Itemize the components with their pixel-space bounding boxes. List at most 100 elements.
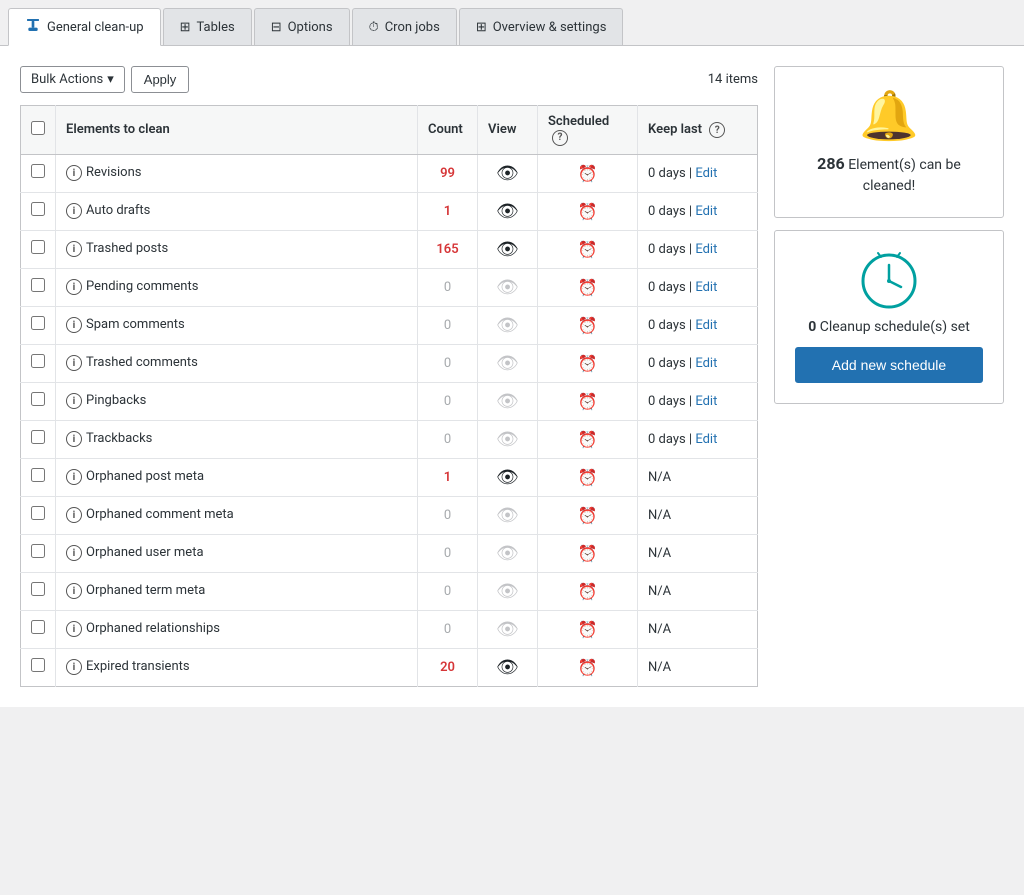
edit-keep-link[interactable]: Edit [695, 166, 717, 181]
eye-inactive-icon[interactable]: 👁 [496, 391, 519, 412]
row-checkbox-7[interactable] [31, 392, 45, 406]
tab-tables[interactable]: ⊞ Tables [163, 8, 252, 45]
row-scheduled: ⏰ [538, 610, 638, 648]
edit-keep-link[interactable]: Edit [695, 394, 717, 409]
schedule-text: 0 Cleanup schedule(s) set [795, 319, 983, 335]
eye-active-icon[interactable]: 👁 [496, 657, 519, 678]
row-checkbox-12[interactable] [31, 582, 45, 596]
info-icon[interactable]: i [66, 659, 82, 675]
row-keep-last: 0 days | Edit [638, 192, 758, 230]
info-icon[interactable]: i [66, 469, 82, 485]
overview-icon: ⊞ [476, 20, 487, 35]
scheduled-help-icon[interactable]: ? [552, 130, 568, 146]
row-view[interactable]: 👁 [478, 420, 538, 458]
eye-inactive-icon[interactable]: 👁 [496, 505, 519, 526]
eye-inactive-icon[interactable]: 👁 [496, 353, 519, 374]
edit-keep-link[interactable]: Edit [695, 242, 717, 257]
eye-active-icon[interactable]: 👁 [496, 163, 519, 184]
row-view[interactable]: 👁 [478, 344, 538, 382]
row-checkbox-cell [21, 268, 56, 306]
row-view[interactable]: 👁 [478, 382, 538, 420]
eye-inactive-icon[interactable]: 👁 [496, 543, 519, 564]
row-checkbox-6[interactable] [31, 354, 45, 368]
tab-tables-label: Tables [197, 20, 235, 35]
row-checkbox-1[interactable] [31, 164, 45, 178]
row-view[interactable]: 👁 [478, 230, 538, 268]
bulk-actions-dropdown[interactable]: Bulk Actions ▾ [20, 66, 125, 93]
row-view[interactable]: 👁 [478, 268, 538, 306]
elements-card: 🔔 286 Element(s) can be cleaned! [774, 66, 1004, 218]
info-icon[interactable]: i [66, 393, 82, 409]
row-keep-last: N/A [638, 534, 758, 572]
row-view[interactable]: 👁 [478, 534, 538, 572]
edit-keep-link[interactable]: Edit [695, 432, 717, 447]
row-count: 165 [418, 230, 478, 268]
th-view: View [478, 106, 538, 155]
row-checkbox-10[interactable] [31, 506, 45, 520]
info-icon[interactable]: i [66, 583, 82, 599]
row-checkbox-8[interactable] [31, 430, 45, 444]
row-view[interactable]: 👁 [478, 192, 538, 230]
info-icon[interactable]: i [66, 203, 82, 219]
info-icon[interactable]: i [66, 545, 82, 561]
eye-active-icon[interactable]: 👁 [496, 201, 519, 222]
row-element-name: iSpam comments [56, 306, 418, 344]
row-view[interactable]: 👁 [478, 496, 538, 534]
info-icon[interactable]: i [66, 431, 82, 447]
tab-cron-jobs[interactable]: ⏱ Cron jobs [352, 8, 457, 45]
row-checkbox-cell [21, 458, 56, 496]
broom-icon [25, 17, 41, 37]
eye-inactive-icon[interactable]: 👁 [496, 619, 519, 640]
row-keep-last: N/A [638, 610, 758, 648]
row-checkbox-13[interactable] [31, 620, 45, 634]
row-checkbox-9[interactable] [31, 468, 45, 482]
tab-general-cleanup[interactable]: General clean-up [8, 8, 161, 46]
info-icon[interactable]: i [66, 507, 82, 523]
eye-inactive-icon[interactable]: 👁 [496, 277, 519, 298]
row-view[interactable]: 👁 [478, 458, 538, 496]
edit-keep-link[interactable]: Edit [695, 204, 717, 219]
info-icon[interactable]: i [66, 317, 82, 333]
row-checkbox-14[interactable] [31, 658, 45, 672]
eye-active-icon[interactable]: 👁 [496, 239, 519, 260]
keep-na-value: N/A [648, 584, 671, 599]
eye-inactive-icon[interactable]: 👁 [496, 315, 519, 336]
row-view[interactable]: 👁 [478, 306, 538, 344]
row-checkbox-3[interactable] [31, 240, 45, 254]
edit-keep-link[interactable]: Edit [695, 356, 717, 371]
eye-inactive-icon[interactable]: 👁 [496, 429, 519, 450]
edit-keep-link[interactable]: Edit [695, 280, 717, 295]
keep-na-value: N/A [648, 660, 671, 675]
row-checkbox-2[interactable] [31, 202, 45, 216]
info-icon[interactable]: i [66, 279, 82, 295]
row-scheduled: ⏰ [538, 534, 638, 572]
info-icon[interactable]: i [66, 621, 82, 637]
tab-overview-settings[interactable]: ⊞ Overview & settings [459, 8, 624, 45]
row-checkbox-4[interactable] [31, 278, 45, 292]
row-checkbox-5[interactable] [31, 316, 45, 330]
add-schedule-button[interactable]: Add new schedule [795, 347, 983, 383]
row-view[interactable]: 👁 [478, 610, 538, 648]
select-all-checkbox[interactable] [31, 121, 45, 135]
info-icon[interactable]: i [66, 165, 82, 181]
row-scheduled: ⏰ [538, 306, 638, 344]
row-view[interactable]: 👁 [478, 154, 538, 192]
count-value: 20 [440, 660, 455, 675]
row-checkbox-11[interactable] [31, 544, 45, 558]
row-scheduled: ⏰ [538, 192, 638, 230]
tab-cron-jobs-label: Cron jobs [385, 20, 440, 35]
tab-options[interactable]: ⊟ Options [254, 8, 350, 45]
tab-options-label: Options [288, 20, 333, 35]
info-icon[interactable]: i [66, 355, 82, 371]
table-row: iPingbacks0👁⏰0 days | Edit [21, 382, 758, 420]
row-view[interactable]: 👁 [478, 572, 538, 610]
edit-keep-link[interactable]: Edit [695, 318, 717, 333]
row-count: 0 [418, 382, 478, 420]
info-icon[interactable]: i [66, 241, 82, 257]
row-view[interactable]: 👁 [478, 648, 538, 686]
keep-last-help-icon[interactable]: ? [709, 122, 725, 138]
apply-button[interactable]: Apply [131, 66, 190, 93]
scheduled-clock-icon: ⏰ [578, 468, 598, 487]
eye-inactive-icon[interactable]: 👁 [496, 581, 519, 602]
eye-active-icon[interactable]: 👁 [496, 467, 519, 488]
